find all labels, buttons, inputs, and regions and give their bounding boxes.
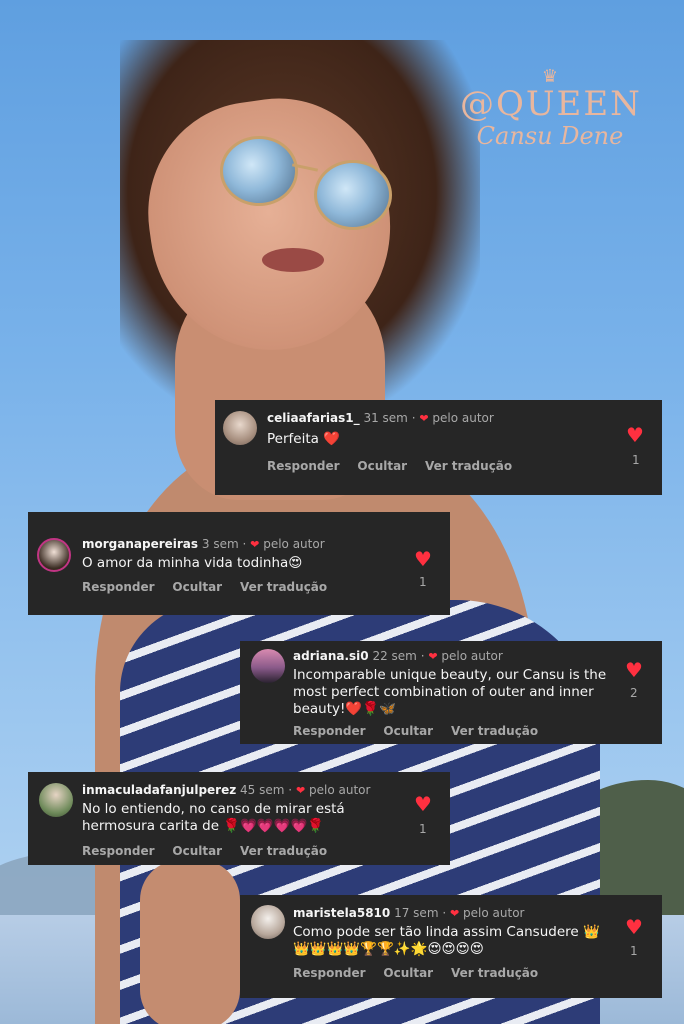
comment-text: O amor da minha vida todinha😍 <box>82 555 303 571</box>
liked-by-author: pelo autor <box>309 783 371 797</box>
person-arm <box>140 860 240 1024</box>
comment-username[interactable]: morganapereiras <box>82 537 198 551</box>
comment-time: 31 sem <box>363 411 408 425</box>
reply-button[interactable]: Responder <box>293 724 366 738</box>
sunglasses-right-lens <box>314 160 392 230</box>
avatar[interactable] <box>223 411 257 445</box>
avatar[interactable] <box>251 649 285 683</box>
comment-username[interactable]: maristela5810 <box>293 906 390 920</box>
hide-button[interactable]: Ocultar <box>383 724 433 738</box>
reply-button[interactable]: Responder <box>293 966 366 980</box>
hide-button[interactable]: Ocultar <box>172 844 222 858</box>
liked-by-author: pelo autor <box>441 649 503 663</box>
translate-button[interactable]: Ver tradução <box>451 724 538 738</box>
sunglasses-left-lens <box>220 136 298 206</box>
comment-text: No lo entiendo, no canso de mirar está h… <box>82 801 345 834</box>
avatar[interactable] <box>37 538 71 572</box>
comment-username[interactable]: inmaculadafanjulperez <box>82 783 236 797</box>
avatar[interactable] <box>39 783 73 817</box>
like-heart-icon[interactable]: ♥ <box>625 917 643 937</box>
comment-text: Incomparable unique beauty, our Cansu is… <box>293 667 607 717</box>
like-heart-icon[interactable]: ♥ <box>625 660 643 680</box>
like-heart-icon[interactable]: ♥ <box>626 425 644 445</box>
avatar[interactable] <box>251 905 285 939</box>
like-count: 1 <box>419 822 427 836</box>
lips <box>262 248 324 272</box>
hide-button[interactable]: Ocultar <box>172 580 222 594</box>
liked-by-author: pelo autor <box>263 537 325 551</box>
comment-card: morganapereiras 3 sem · ❤ pelo autor O a… <box>28 512 450 615</box>
like-heart-icon[interactable]: ♥ <box>414 549 432 569</box>
watermark-line1: @QUEEN <box>460 84 642 124</box>
comment-time: 22 sem <box>372 649 417 663</box>
comment-text: Perfeita ❤️ <box>267 431 340 447</box>
heart-icon: ❤ <box>295 784 306 797</box>
like-count: 1 <box>632 453 640 467</box>
reply-button[interactable]: Responder <box>82 844 155 858</box>
heart-icon: ❤ <box>419 412 429 425</box>
translate-button[interactable]: Ver tradução <box>240 844 327 858</box>
comment-card: maristela5810 17 sem · ❤ pelo autor Como… <box>240 895 662 998</box>
comment-text: Como pode ser tão linda assim Cansudere … <box>293 924 600 957</box>
heart-icon: ❤ <box>250 538 260 551</box>
like-count: 1 <box>419 575 427 589</box>
liked-by-author: pelo autor <box>463 906 525 920</box>
translate-button[interactable]: Ver tradução <box>451 966 538 980</box>
hide-button[interactable]: Ocultar <box>357 459 407 473</box>
heart-icon: ❤ <box>450 907 460 920</box>
comment-time: 3 sem <box>201 537 239 551</box>
comment-time: 45 sem <box>240 783 285 797</box>
reply-button[interactable]: Responder <box>267 459 340 473</box>
comment-card: adriana.si0 22 sem · ❤ pelo autor Incomp… <box>240 641 662 744</box>
hide-button[interactable]: Ocultar <box>383 966 433 980</box>
comment-username[interactable]: celiaafarias1_ <box>267 411 360 425</box>
translate-button[interactable]: Ver tradução <box>425 459 512 473</box>
comment-card: inmaculadafanjulperez 45 sem · ❤ pelo au… <box>28 772 450 865</box>
watermark-logo: ♛ @QUEEN Cansu Dene <box>460 68 640 168</box>
translate-button[interactable]: Ver tradução <box>240 580 327 594</box>
like-heart-icon[interactable]: ♥ <box>414 794 432 814</box>
watermark-line2: Cansu Dene <box>476 122 624 150</box>
like-count: 2 <box>630 686 638 700</box>
like-count: 1 <box>630 944 638 958</box>
heart-icon: ❤ <box>428 650 438 663</box>
comment-card: celiaafarias1_ 31 sem · ❤ pelo autor Per… <box>215 400 662 495</box>
liked-by-author: pelo autor <box>432 411 494 425</box>
comment-username[interactable]: adriana.si0 <box>293 649 369 663</box>
reply-button[interactable]: Responder <box>82 580 155 594</box>
comment-time: 17 sem <box>394 906 439 920</box>
